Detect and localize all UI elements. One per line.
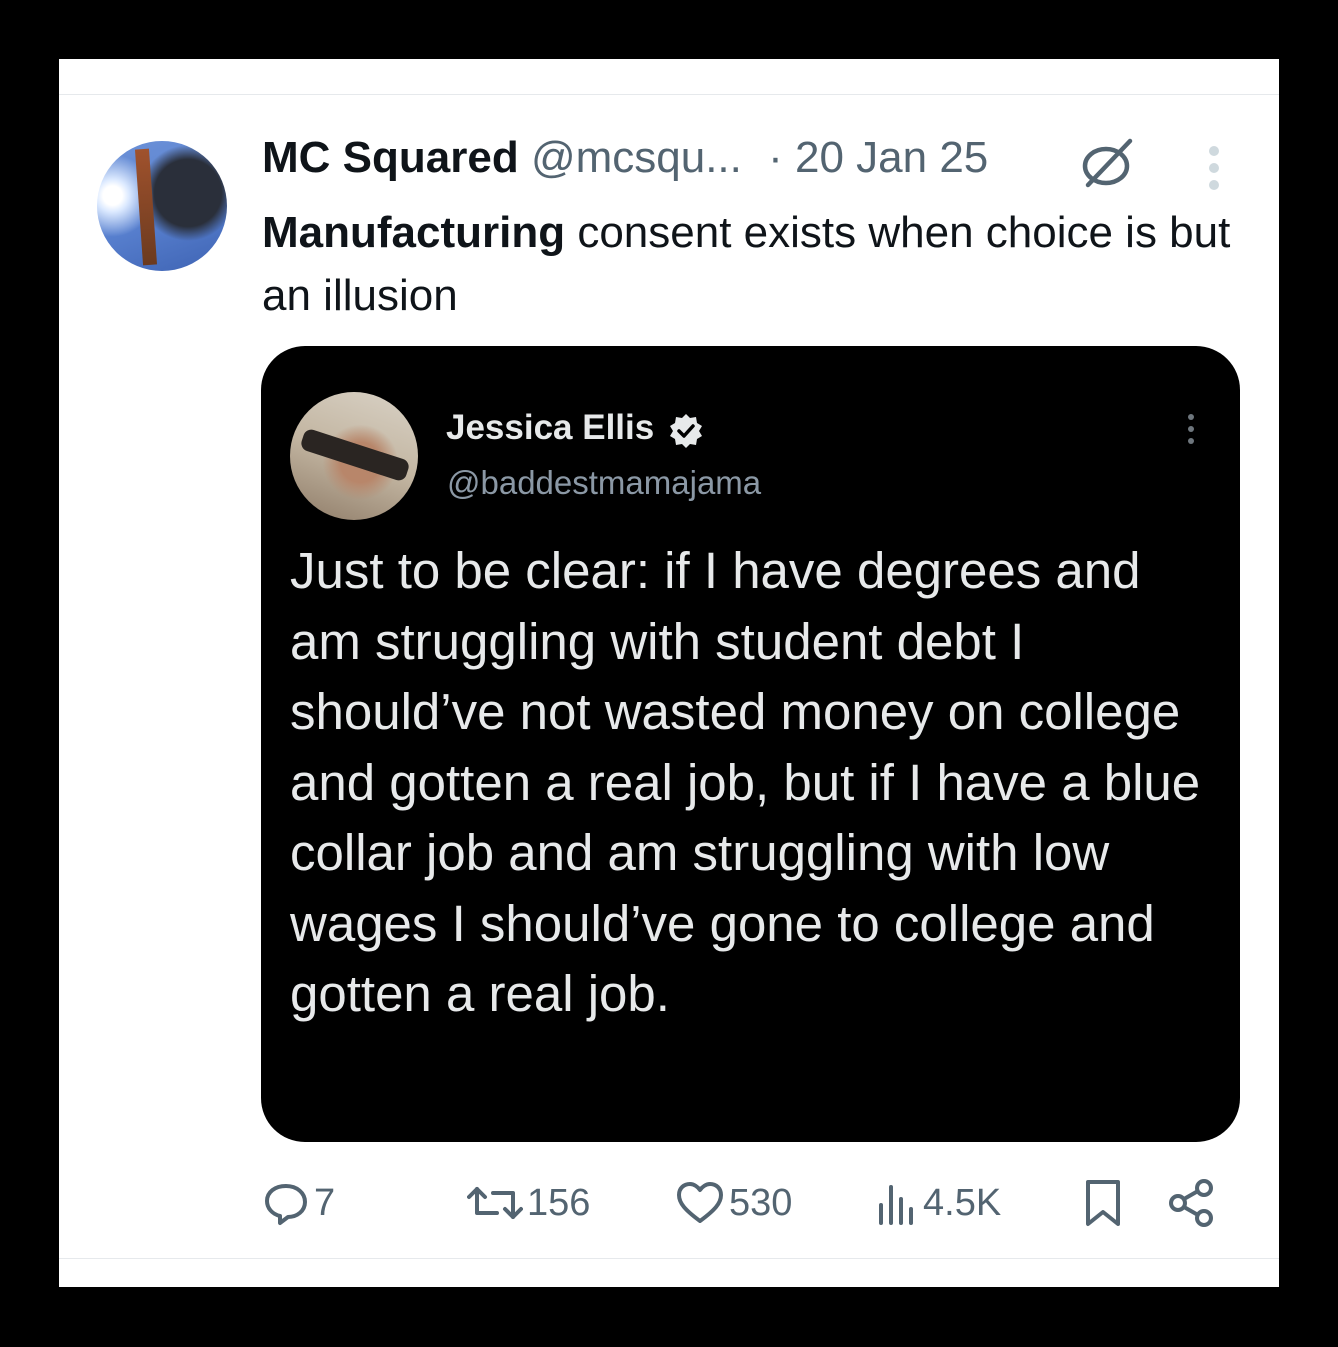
more-vertical-icon bbox=[1188, 414, 1194, 444]
author-name[interactable]: MC Squared bbox=[262, 133, 519, 182]
views-icon bbox=[879, 1185, 913, 1225]
repost-button[interactable]: 156 bbox=[467, 1175, 590, 1231]
share-icon bbox=[1169, 1179, 1213, 1227]
repost-icon bbox=[467, 1187, 523, 1219]
more-vertical-icon[interactable] bbox=[1202, 143, 1226, 193]
quoted-avatar bbox=[290, 392, 418, 520]
top-divider bbox=[59, 94, 1279, 95]
share-button[interactable] bbox=[1166, 1175, 1216, 1231]
bookmark-button[interactable] bbox=[1081, 1175, 1125, 1231]
quoted-text: Just to be clear: if I have degrees and … bbox=[290, 542, 1201, 1022]
avatar-shape bbox=[299, 427, 411, 483]
views-count: 4.5K bbox=[923, 1181, 1002, 1224]
views-button[interactable]: 4.5K bbox=[875, 1175, 1001, 1231]
reply-button[interactable]: 7 bbox=[262, 1175, 335, 1231]
author-handle[interactable]: @mcsqu... bbox=[531, 133, 742, 182]
avatar-tower-shape bbox=[134, 148, 158, 266]
reply-icon bbox=[265, 1184, 307, 1225]
tweet-text-bold: Manufacturing bbox=[262, 208, 566, 257]
reply-count: 7 bbox=[314, 1181, 336, 1224]
quoted-image[interactable]: Jessica Ellis @baddestmamajama Just to b… bbox=[261, 346, 1240, 1142]
tweet-text: Manufacturing consent exists when choice… bbox=[262, 201, 1247, 327]
robot-slash-icon bbox=[1082, 138, 1133, 188]
bookmark-icon bbox=[1086, 1180, 1120, 1226]
quoted-handle: @baddestmamajama bbox=[447, 464, 762, 501]
next-tweet-strip bbox=[59, 1259, 1279, 1287]
tweet-header: MC Squared @mcsqu... · 20 Jan 25 bbox=[262, 133, 988, 183]
quoted-name: Jessica Ellis bbox=[446, 408, 655, 447]
tweet-date[interactable]: · 20 Jan 25 bbox=[768, 133, 988, 182]
like-count: 530 bbox=[729, 1181, 793, 1224]
author-avatar[interactable] bbox=[97, 141, 227, 271]
tweet-card[interactable]: MC Squared @mcsqu... · 20 Jan 25 Manufac… bbox=[59, 59, 1279, 1287]
like-button[interactable]: 530 bbox=[675, 1175, 792, 1231]
like-icon bbox=[677, 1182, 723, 1223]
verified-badge-icon bbox=[670, 414, 702, 448]
repost-count: 156 bbox=[527, 1181, 591, 1224]
action-bar: 7 156 530 4.5K bbox=[59, 1175, 1279, 1231]
